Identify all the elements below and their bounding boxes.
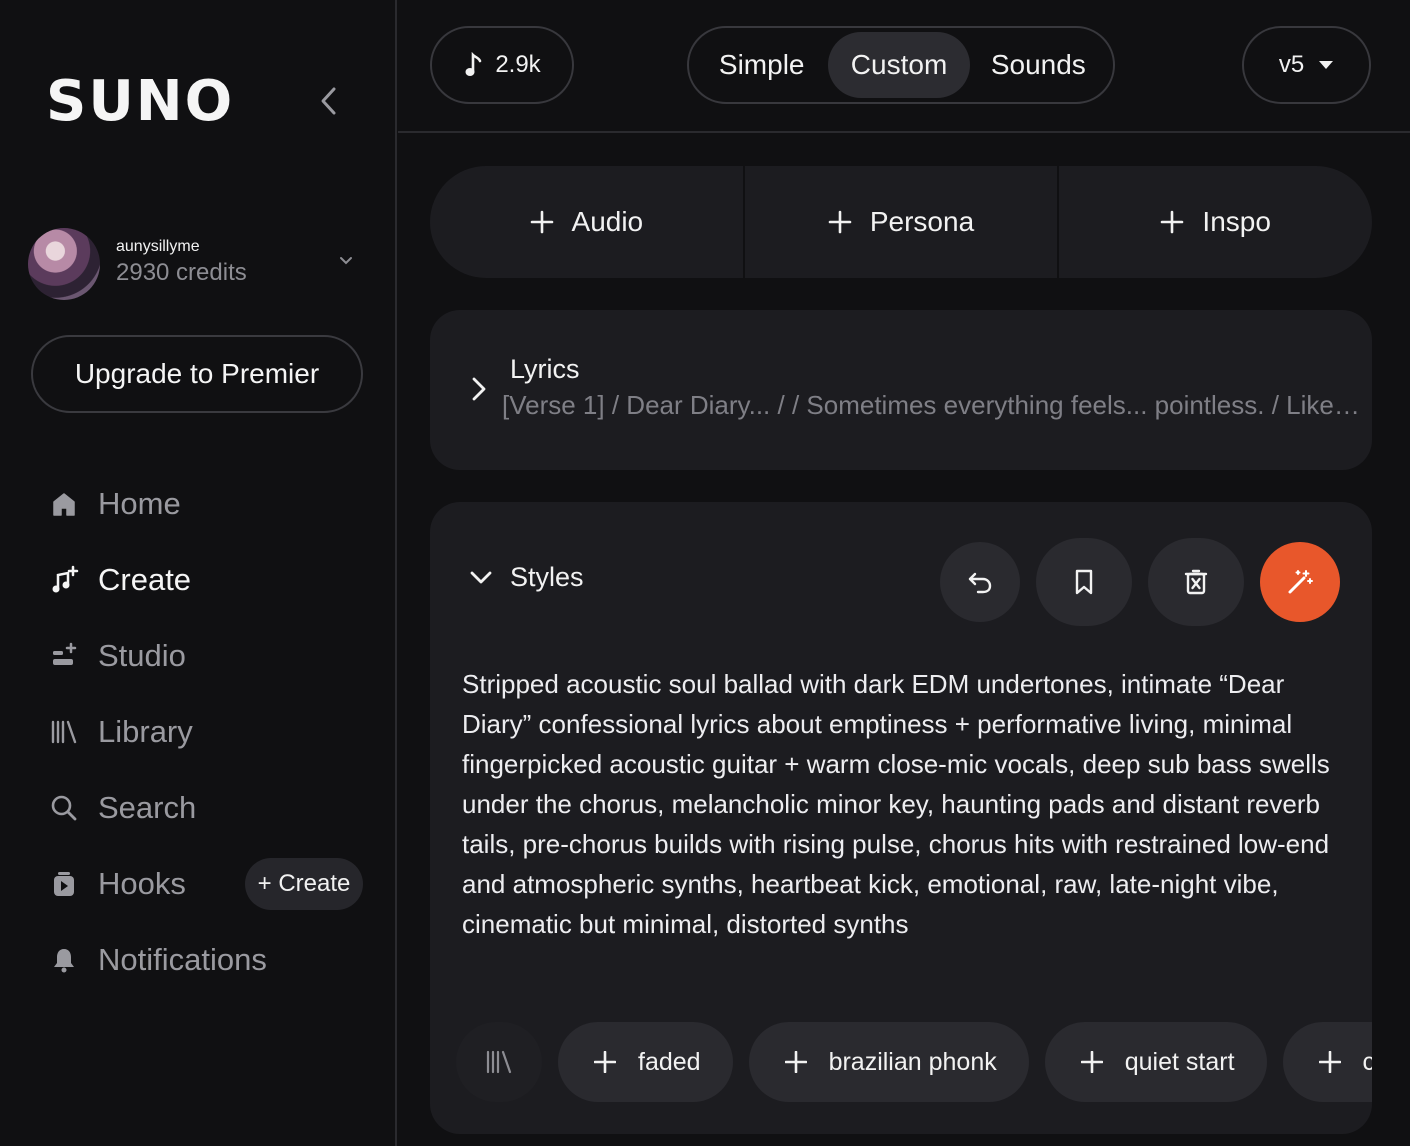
avatar — [28, 228, 100, 300]
nav-item-search[interactable]: Search — [46, 770, 376, 846]
styles-input[interactable]: Stripped acoustic soul ballad with dark … — [462, 664, 1352, 944]
styles-toggle[interactable]: Styles — [468, 562, 584, 593]
clear-styles-button[interactable] — [1148, 538, 1244, 626]
hooks-icon — [46, 866, 82, 902]
add-inspo-label: Inspo — [1202, 206, 1271, 237]
style-library-button[interactable] — [456, 1022, 542, 1102]
nav-item-notifications[interactable]: Notifications — [46, 922, 376, 998]
style-tags-row: faded brazilian phonk quiet start co — [456, 1022, 1372, 1102]
collapse-sidebar-button[interactable] — [312, 84, 346, 118]
lyrics-section[interactable]: Lyrics [Verse 1] / Dear Diary... / / Som… — [430, 310, 1372, 470]
nav-item-library[interactable]: Library — [46, 694, 376, 770]
main-nav: Home Create Studio Library Search Hooks … — [46, 466, 376, 998]
user-menu[interactable]: aunysillyme 2930 credits — [28, 228, 368, 300]
nav-label-notifications: Notifications — [98, 942, 267, 977]
styles-title: Styles — [510, 562, 584, 592]
version-label: v5 — [1278, 51, 1305, 78]
suno-logo[interactable]: SUNO — [46, 74, 234, 130]
style-tag-label: faded — [638, 1047, 701, 1076]
chevron-down-icon — [470, 571, 492, 583]
nav-item-hooks[interactable]: Hooks + Create — [46, 846, 376, 922]
nav-label-home: Home — [98, 486, 181, 521]
add-persona-button[interactable]: Persona — [742, 166, 1058, 278]
chevron-left-icon — [321, 87, 336, 115]
plus-icon — [784, 1051, 807, 1073]
mode-switch: Simple Custom Sounds — [687, 26, 1115, 104]
nav-item-studio[interactable]: Studio — [46, 618, 376, 694]
plus-icon — [1080, 1051, 1103, 1073]
chevron-down-icon — [340, 257, 352, 265]
tab-sounds[interactable]: Sounds — [970, 32, 1107, 98]
credits-count: 2.9k — [495, 51, 541, 78]
style-tag-label: co — [1362, 1047, 1372, 1076]
library-icon — [46, 714, 82, 750]
add-options-row: Audio Persona Inspo — [430, 166, 1372, 278]
credits-pill[interactable]: 2.9k — [430, 26, 574, 104]
style-tag-label: brazilian phonk — [828, 1047, 997, 1076]
undo-button[interactable] — [940, 542, 1020, 622]
user-credits: 2930 credits — [116, 259, 247, 286]
version-select[interactable]: v5 — [1242, 26, 1371, 104]
save-style-button[interactable] — [1036, 538, 1132, 626]
plus-icon — [1318, 1051, 1341, 1073]
top-bar: 2.9k Simple Custom Sounds v5 — [398, 0, 1410, 133]
style-tag-label: quiet start — [1124, 1047, 1235, 1076]
nav-label-create: Create — [98, 562, 192, 597]
lyrics-preview: [Verse 1] / Dear Diary... / / Sometimes … — [502, 390, 1366, 420]
chevron-right-icon — [472, 377, 486, 401]
magic-wand-icon — [1288, 570, 1313, 594]
style-tag[interactable]: brazilian phonk — [748, 1022, 1029, 1102]
caret-down-icon — [1319, 61, 1334, 69]
lyrics-title: Lyrics — [510, 354, 580, 384]
create-music-icon — [46, 562, 82, 598]
tab-custom[interactable]: Custom — [828, 32, 970, 98]
add-audio-button[interactable]: Audio — [430, 166, 743, 278]
tab-simple[interactable]: Simple — [695, 32, 828, 98]
enhance-style-button[interactable] — [1260, 542, 1340, 622]
add-inspo-button[interactable]: Inspo — [1057, 166, 1372, 278]
nav-label-search: Search — [98, 790, 197, 825]
plus-icon — [828, 210, 852, 234]
undo-icon — [968, 572, 992, 594]
plus-icon — [1161, 210, 1184, 234]
nav-item-home[interactable]: Home — [46, 466, 376, 542]
nav-label-hooks: Hooks — [98, 866, 186, 901]
nav-item-create[interactable]: Create — [46, 542, 376, 618]
hooks-create-button[interactable]: + Create — [245, 858, 363, 910]
plus-icon — [594, 1051, 616, 1073]
user-name: aunysillyme — [116, 238, 200, 255]
sidebar: SUNO aunysillyme 2930 credits Upgrade to… — [0, 0, 397, 1146]
styles-section: Styles Stripped acoustic soul ballad wit… — [430, 502, 1372, 1134]
nav-label-studio: Studio — [98, 638, 186, 673]
add-audio-label: Audio — [571, 206, 644, 237]
library-icon — [486, 1050, 512, 1074]
studio-icon — [46, 638, 82, 674]
search-icon — [46, 790, 82, 826]
plus-icon — [530, 210, 553, 234]
home-icon — [46, 486, 82, 522]
bell-icon — [46, 942, 82, 978]
style-tag[interactable]: faded — [558, 1022, 733, 1102]
add-persona-label: Persona — [869, 206, 975, 237]
nav-label-library: Library — [98, 714, 193, 749]
style-tag[interactable]: quiet start — [1044, 1022, 1267, 1102]
clear-icon — [1184, 569, 1208, 595]
music-note-icon — [465, 52, 482, 76]
bookmark-icon — [1075, 569, 1093, 595]
upgrade-button[interactable]: Upgrade to Premier — [31, 335, 363, 413]
style-tag[interactable]: co — [1282, 1022, 1372, 1102]
